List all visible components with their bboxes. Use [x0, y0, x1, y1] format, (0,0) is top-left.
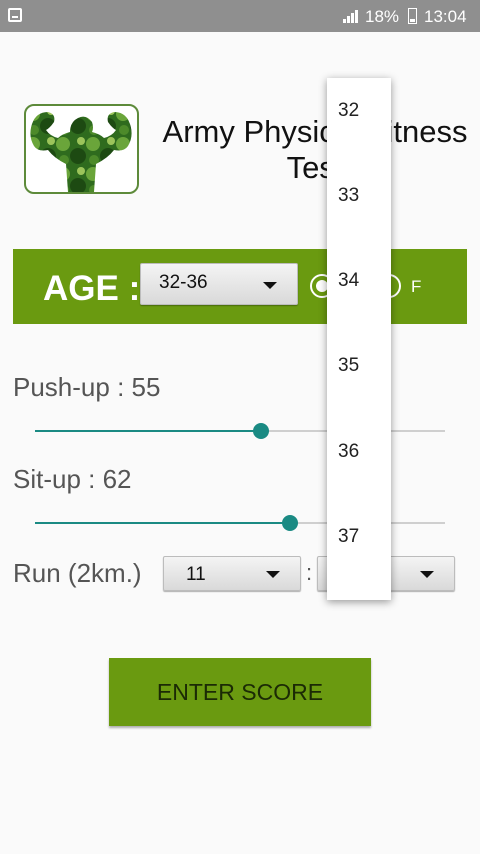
chevron-down-icon [263, 282, 277, 289]
dropdown-option[interactable]: 34 [327, 261, 391, 301]
dropdown-option[interactable]: 32 [327, 91, 391, 131]
situp-slider-fill [35, 522, 290, 524]
title-line-1: Army Physical Fitness [162, 114, 468, 149]
signal-icon [343, 10, 358, 23]
situp-slider-thumb[interactable] [282, 515, 298, 531]
dropdown-list[interactable]: 32 33 34 35 36 37 [327, 78, 391, 600]
situp-label: Sit-up : 62 [13, 464, 132, 494]
title-line-2: Test [286, 150, 344, 185]
page-title: Army Physical Fitness Test [150, 114, 480, 186]
age-range-spinner[interactable]: 32-36 [140, 263, 298, 305]
chevron-down-icon [420, 571, 434, 578]
enter-score-button[interactable]: ENTER SCORE [109, 658, 371, 726]
pushup-slider-thumb[interactable] [253, 423, 269, 439]
dropdown-option[interactable]: 36 [327, 432, 391, 472]
pushup-slider-fill [35, 430, 261, 432]
clock: 13:04 [424, 7, 467, 26]
muscle-man-icon [30, 112, 132, 192]
age-bar: AGE : 32-36 F [13, 249, 467, 324]
run-label: Run (2km.) [13, 558, 142, 588]
age-label: AGE : [43, 269, 141, 308]
screenshot-notification-icon [8, 8, 22, 22]
pushup-label: Push-up : 55 [13, 372, 161, 402]
run-minutes-value: 11 [186, 564, 206, 585]
dropdown-option[interactable]: 33 [327, 176, 391, 216]
age-range-value: 32-36 [159, 272, 208, 293]
chevron-down-icon [266, 571, 280, 578]
dropdown-option[interactable]: 37 [327, 517, 391, 557]
battery-icon [408, 8, 417, 24]
app-logo [24, 104, 139, 194]
dropdown-option[interactable]: 35 [327, 346, 391, 386]
gender-female-label: F [411, 277, 422, 296]
status-bar: 18% 13:04 [0, 0, 480, 32]
battery-percent: 18% [365, 7, 400, 26]
run-minutes-spinner[interactable]: 11 [163, 556, 301, 591]
run-separator: : [306, 560, 313, 585]
